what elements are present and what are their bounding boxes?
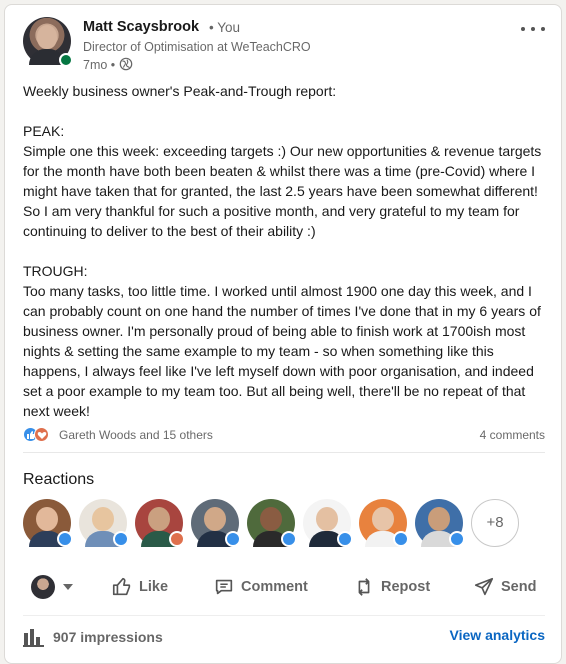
- reactor-avatars: +8: [23, 499, 553, 549]
- reactor-avatar[interactable]: [415, 499, 465, 547]
- author-relation: • You: [209, 20, 241, 35]
- like-icon: [112, 577, 131, 596]
- online-status-icon: [59, 53, 73, 67]
- reaction-summary-icons[interactable]: [23, 427, 53, 443]
- repost-icon: [358, 578, 370, 596]
- impressions-count: 907 impressions: [53, 629, 163, 645]
- reactor-avatar[interactable]: [23, 499, 73, 547]
- comment-label: Comment: [241, 579, 308, 595]
- more-options-icon[interactable]: [521, 23, 545, 35]
- post-card: Matt Scaysbrook • You Director of Optimi…: [4, 4, 562, 664]
- social-counts: Gareth Woods and 15 others 4 comments: [23, 425, 545, 445]
- send-button[interactable]: Send: [473, 565, 536, 609]
- repost-button[interactable]: Repost: [353, 565, 430, 609]
- reactor-avatar[interactable]: [79, 499, 129, 547]
- impressions[interactable]: 907 impressions: [23, 625, 163, 649]
- divider: [23, 615, 545, 616]
- reactor-avatar[interactable]: [247, 499, 297, 547]
- like-button[interactable]: Like: [111, 565, 168, 609]
- send-label: Send: [501, 579, 537, 595]
- comment-button[interactable]: Comment: [213, 565, 308, 609]
- post-header: Matt Scaysbrook • You Director of Optimi…: [23, 17, 545, 77]
- actor-avatar[interactable]: [31, 575, 55, 599]
- reactors-summary[interactable]: Gareth Woods and 15 others: [59, 428, 213, 442]
- chevron-down-icon[interactable]: [63, 584, 73, 590]
- reactor-avatar[interactable]: [191, 499, 241, 547]
- reactions-title: Reactions: [23, 471, 95, 488]
- globe-icon: [119, 57, 133, 71]
- bar-chart-icon: [23, 629, 44, 647]
- comments-count[interactable]: 4 comments: [480, 428, 545, 442]
- post-time: 7mo •: [83, 58, 116, 72]
- view-analytics-link[interactable]: View analytics: [450, 627, 545, 643]
- send-icon: [474, 577, 494, 596]
- comment-icon: [215, 579, 233, 595]
- reactor-avatar[interactable]: [135, 499, 185, 547]
- author-name[interactable]: Matt Scaysbrook: [83, 19, 199, 35]
- avatar-face: [37, 25, 57, 49]
- divider: [23, 452, 545, 453]
- more-reactors-button[interactable]: +8: [471, 499, 519, 547]
- author-headline: Director of Optimisation at WeTeachCRO: [83, 40, 311, 54]
- post-actions: Like Comment Repost Send: [23, 565, 553, 609]
- post-text: Weekly business owner's Peak-and-Trough …: [23, 83, 542, 419]
- reactor-avatar[interactable]: [359, 499, 409, 547]
- love-reaction-icon: [34, 427, 49, 442]
- repost-label: Repost: [381, 579, 431, 595]
- like-label: Like: [139, 579, 169, 595]
- reactor-avatar[interactable]: [303, 499, 353, 547]
